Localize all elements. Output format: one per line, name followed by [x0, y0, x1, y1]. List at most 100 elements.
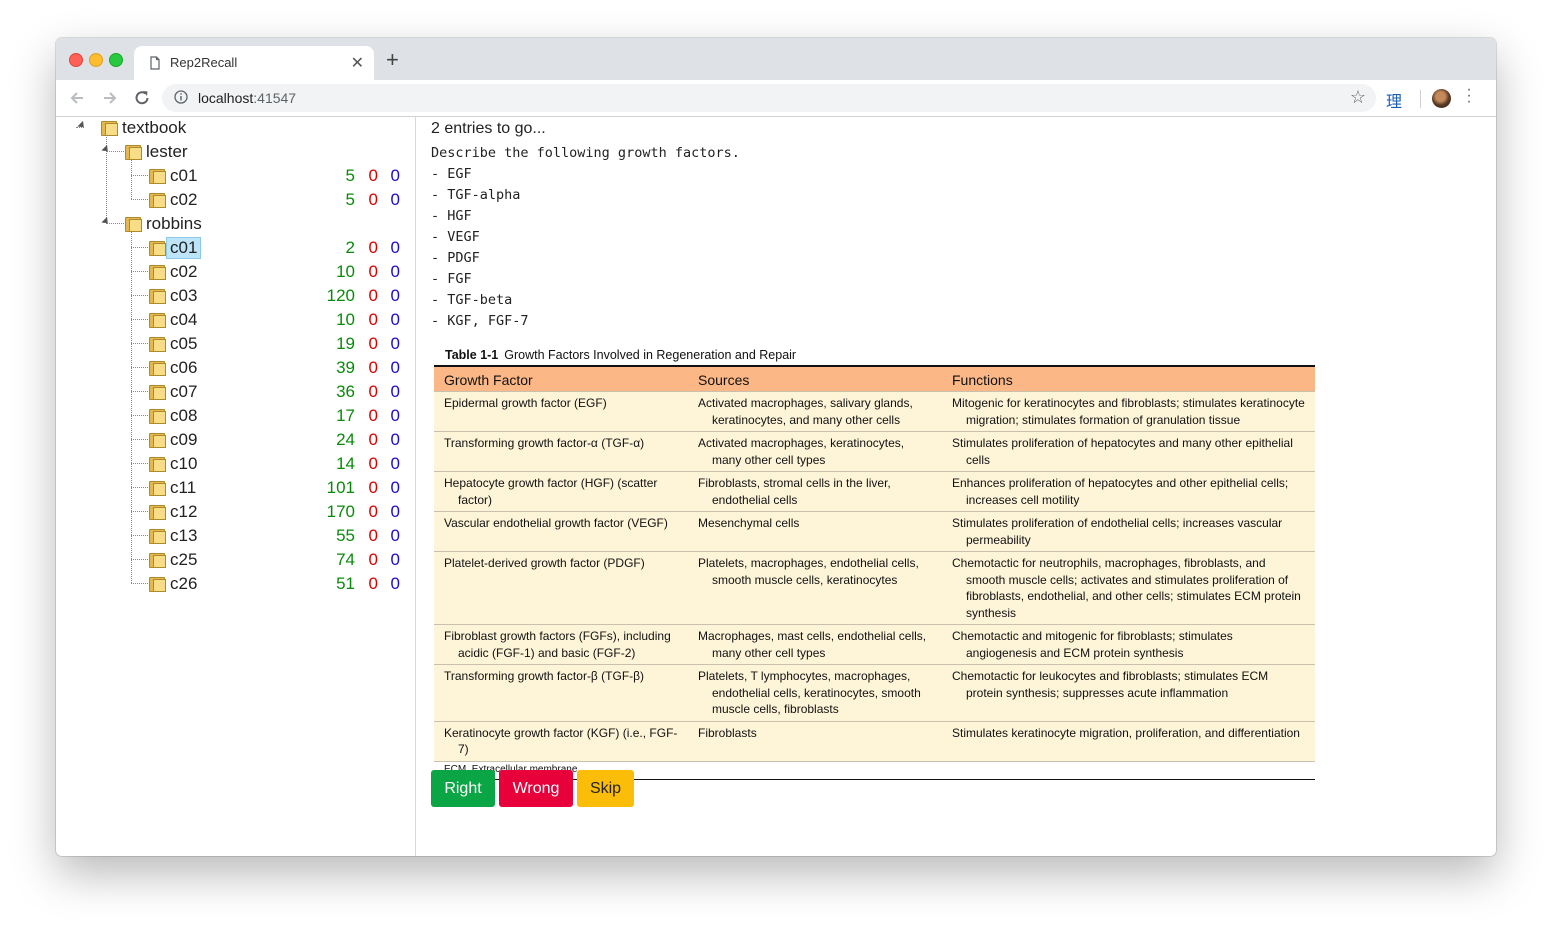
- tree-node-c02[interactable]: c02: [170, 262, 197, 282]
- tree-node-c08[interactable]: c08: [170, 406, 197, 426]
- address-bar[interactable]: localhost:41547 ☆: [162, 84, 1376, 112]
- wrong-count: 0: [368, 526, 378, 545]
- tree-node-textbook[interactable]: textbook: [122, 118, 186, 138]
- folder-icon: [149, 552, 166, 568]
- folder-front: [153, 435, 166, 448]
- table-row: Fibroblast growth factors (FGFs), includ…: [434, 624, 1315, 665]
- expand-toggle-icon[interactable]: [101, 144, 111, 155]
- cell-text: Stimulates proliferation of hepatocytes …: [952, 436, 1293, 467]
- table-caption: Table 1-1 Growth Factors Involved in Rege…: [445, 345, 1315, 365]
- wrong-count: 0: [368, 238, 378, 257]
- cell-text: Hepatocyte growth factor (HGF) (scatter …: [444, 476, 658, 507]
- tree-node-c04[interactable]: c04: [170, 310, 197, 330]
- skip-count: 0: [390, 238, 400, 257]
- skip-count: 0: [390, 166, 400, 185]
- right-count: 24: [336, 430, 355, 449]
- skip-count: 0: [390, 286, 400, 305]
- table-cell: Transforming growth factor-β (TGF-β): [434, 664, 688, 721]
- folder-icon: [149, 264, 166, 280]
- url-text: localhost:41547: [198, 90, 296, 106]
- new-tab-icon[interactable]: +: [386, 49, 399, 71]
- folder-front: [153, 363, 166, 376]
- table-row: Transforming growth factor-β (TGF-β) Plat…: [434, 664, 1315, 721]
- cell-text: Activated macrophages, salivary glands, …: [698, 396, 913, 427]
- minimize-window-button[interactable]: [89, 53, 103, 67]
- wrong-count: 0: [368, 334, 378, 353]
- folder-front: [153, 243, 166, 256]
- tree-node-c02[interactable]: c02: [170, 190, 197, 210]
- tree-node-c13[interactable]: c13: [170, 526, 197, 546]
- avatar[interactable]: [1432, 89, 1451, 108]
- info-icon[interactable]: [174, 90, 188, 104]
- tree-node-c06[interactable]: c06: [170, 358, 197, 378]
- table-cell: Vascular endothelial growth factor (VEGF…: [434, 511, 688, 552]
- table-cell: Mesenchymal cells: [688, 511, 942, 552]
- folder-icon: [149, 456, 166, 472]
- wrong-count: 0: [368, 358, 378, 377]
- star-icon[interactable]: ☆: [1350, 87, 1366, 108]
- tree-node-c07[interactable]: c07: [170, 382, 197, 402]
- right-count: 5: [345, 166, 355, 185]
- cell-text: Epidermal growth factor (EGF): [444, 396, 607, 410]
- table-cell: Macrophages, mast cells, endothelial cel…: [688, 624, 942, 665]
- folder-front: [153, 579, 166, 592]
- tree-connector: [131, 199, 148, 200]
- tree-connector: [131, 559, 148, 560]
- table-row: Keratinocyte growth factor (KGF) (i.e., …: [434, 720, 1315, 761]
- card-panel: 2 entries to go... Describe the followin…: [431, 117, 1481, 856]
- expand-toggle-icon[interactable]: [101, 216, 111, 227]
- tree-node-robbins[interactable]: robbins: [146, 214, 202, 234]
- right-count: 19: [336, 334, 355, 353]
- browser-tab[interactable]: Rep2Recall ✕: [134, 46, 374, 80]
- arrow-left-icon[interactable]: [68, 89, 86, 107]
- answer-table: Table 1-1 Growth Factors Involved in Rege…: [434, 345, 1315, 780]
- table-cell: Keratinocyte growth factor (KGF) (i.e., …: [434, 720, 688, 761]
- tree-node-c25[interactable]: c25: [170, 550, 197, 570]
- folder-front: [153, 483, 166, 496]
- right-button[interactable]: Right: [431, 770, 495, 807]
- tree-node-c01[interactable]: c01: [170, 166, 197, 186]
- tree-node-c12[interactable]: c12: [170, 502, 197, 522]
- tree-connector: [131, 271, 148, 272]
- tree-node-c09[interactable]: c09: [170, 430, 197, 450]
- tree-node-c10[interactable]: c10: [170, 454, 197, 474]
- reload-icon[interactable]: [133, 89, 151, 107]
- skip-count: 0: [390, 526, 400, 545]
- tree-connector: [131, 343, 148, 344]
- folder-icon: [149, 576, 166, 592]
- tree-connector: [131, 487, 148, 488]
- wrong-count: 0: [368, 406, 378, 425]
- right-count: 10: [336, 310, 355, 329]
- skip-button[interactable]: Skip: [577, 770, 634, 807]
- kebab-menu-icon[interactable]: · · ·: [1466, 82, 1472, 110]
- tree-node-lester[interactable]: lester: [146, 142, 188, 162]
- skip-count: 0: [390, 502, 400, 521]
- cell-text: Chemotactic and mitogenic for fibroblast…: [952, 629, 1233, 660]
- arrow-right-icon[interactable]: [101, 89, 119, 107]
- folder-icon: [149, 528, 166, 544]
- cell-text: Fibroblasts, stromal cells in the liver,…: [698, 476, 891, 507]
- tree-node-c05[interactable]: c05: [170, 334, 197, 354]
- folder-icon: [149, 432, 166, 448]
- tree-connector: [131, 367, 148, 368]
- table-cell: Epidermal growth factor (EGF): [434, 391, 688, 432]
- tree-connector: [131, 535, 148, 536]
- expand-toggle-icon[interactable]: [77, 120, 87, 131]
- tree-node-c11[interactable]: c11: [170, 478, 196, 498]
- close-window-button[interactable]: [69, 53, 83, 67]
- tree-node-c26[interactable]: c26: [170, 574, 197, 594]
- maximize-window-button[interactable]: [109, 53, 123, 67]
- extension-icon[interactable]: 理: [1386, 88, 1402, 112]
- table-row: Transforming growth factor-α (TGF-α) Acti…: [434, 431, 1315, 472]
- tree-node-c03[interactable]: c03: [170, 286, 197, 306]
- cell-text: Stimulates proliferation of endothelial …: [952, 516, 1283, 547]
- table-cell: Fibroblasts, stromal cells in the liver,…: [688, 471, 942, 512]
- table-cell: Platelets, T lymphocytes, macrophages, e…: [688, 664, 942, 721]
- wrong-button[interactable]: Wrong: [499, 770, 573, 807]
- right-count: 170: [326, 502, 355, 521]
- folder-front: [153, 171, 166, 184]
- tree-node-c01[interactable]: c01: [166, 237, 202, 259]
- skip-count: 0: [390, 478, 400, 497]
- close-tab-icon[interactable]: ✕: [351, 53, 364, 73]
- browser-toolbar: localhost:41547 ☆ 理 · · ·: [56, 80, 1496, 117]
